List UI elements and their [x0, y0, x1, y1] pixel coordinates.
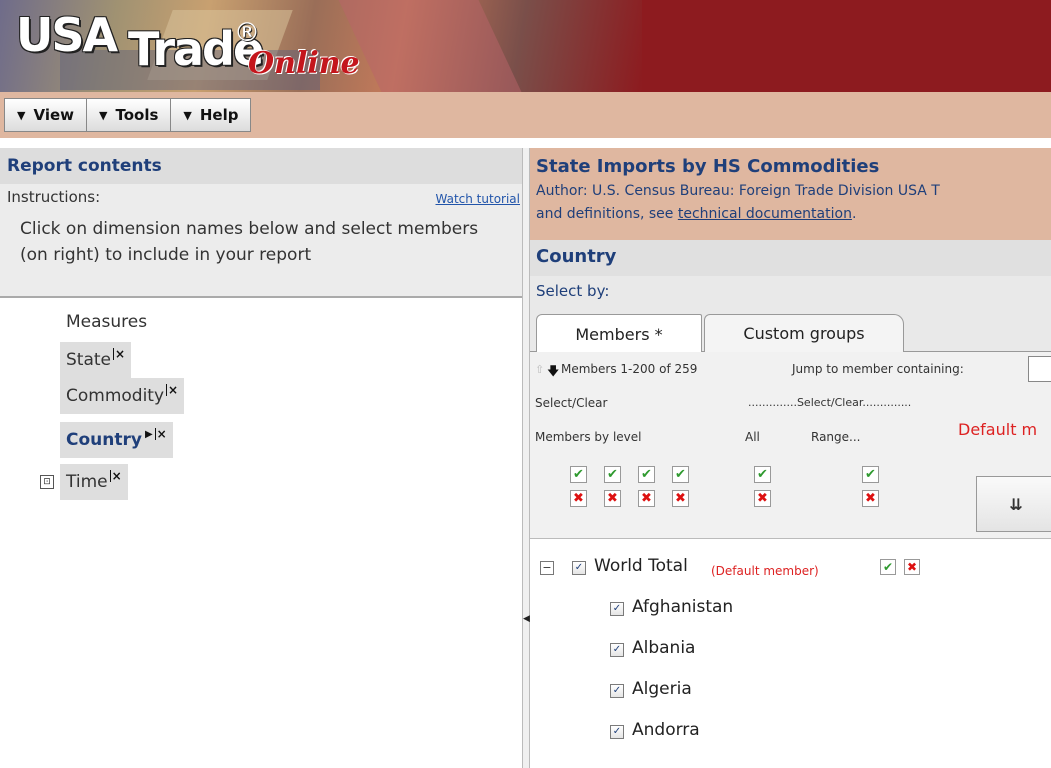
- menu-tools-label: Tools: [115, 106, 159, 124]
- select-level-4-icon[interactable]: ✔: [672, 466, 689, 483]
- logo-usa: USA: [16, 8, 118, 62]
- clear-range-icon[interactable]: ✖: [862, 490, 879, 507]
- definitions-suffix: .: [851, 206, 857, 222]
- arrow-right-icon: ▶: [144, 428, 153, 440]
- menu-help-button[interactable]: ▼ Help: [171, 99, 251, 131]
- triangle-down-icon: ▼: [183, 108, 192, 122]
- clear-level-4-icon[interactable]: ✖: [672, 490, 689, 507]
- panel-splitter[interactable]: ◀: [522, 148, 530, 768]
- country-label: Afghanistan: [632, 597, 734, 617]
- tab-custom-groups[interactable]: Custom groups: [704, 314, 904, 352]
- dimension-label: Measures: [66, 312, 148, 332]
- arrow-down-icon[interactable]: 🡇: [547, 362, 559, 383]
- dimension-measures[interactable]: Measures: [60, 304, 153, 340]
- report-header: State Imports by HS Commodities Author: …: [530, 148, 1051, 240]
- remove-dimension-icon[interactable]: ×: [113, 348, 125, 360]
- dimension-commodity[interactable]: Commodity ×: [60, 378, 185, 414]
- dimension-state[interactable]: State ×: [60, 342, 132, 378]
- report-title: State Imports by HS Commodities: [536, 156, 880, 177]
- country-checkbox[interactable]: ✓: [610, 684, 624, 698]
- clear-all-icon[interactable]: ✖: [754, 490, 771, 507]
- report-contents-title: Report contents: [0, 148, 522, 184]
- dimension-label: Commodity: [66, 386, 165, 406]
- section-title: Country: [530, 240, 1051, 276]
- select-range-icon[interactable]: ✔: [862, 466, 879, 483]
- menu-help-label: Help: [199, 106, 239, 124]
- report-author: Author: U.S. Census Bureau: Foreign Trad…: [536, 183, 940, 199]
- expand-icon[interactable]: ⊡: [40, 475, 54, 489]
- menu-bar: ▼ View ▼ Tools ▼ Help: [0, 92, 1051, 138]
- tabs: Custom groups Members *: [530, 308, 1051, 353]
- jump-label: Jump to member containing:: [792, 362, 964, 376]
- menu-view-button[interactable]: ▼ View: [5, 99, 87, 131]
- report-contents-panel: Report contents Instructions: Watch tuto…: [0, 148, 522, 768]
- dimension-time[interactable]: Time ×: [60, 464, 128, 500]
- remove-dimension-icon[interactable]: ×: [154, 428, 167, 440]
- members-toolbar: ⇧ 🡇 Members 1-200 of 259 Jump to member …: [530, 352, 1051, 538]
- clear-level-2-icon[interactable]: ✖: [604, 490, 621, 507]
- range-label: Range...: [811, 430, 861, 444]
- country-label: Algeria: [632, 679, 692, 699]
- tab-label: Custom groups: [743, 324, 865, 343]
- report-detail-panel: State Imports by HS Commodities Author: …: [530, 148, 1051, 768]
- menu-view-label: View: [33, 106, 74, 124]
- world-total-label: World Total: [594, 556, 688, 576]
- dimension-label: Country: [66, 430, 142, 450]
- dimension-label: State: [66, 350, 111, 370]
- collapse-arrow-icon[interactable]: ◀: [523, 614, 530, 624]
- report-definitions: and definitions, see technical documenta…: [536, 202, 1045, 226]
- dimension-country[interactable]: Country ▶ ×: [60, 422, 173, 458]
- dimension-label: Time: [66, 472, 108, 492]
- country-checkbox[interactable]: ✓: [610, 602, 624, 616]
- select-all-icon[interactable]: ✔: [754, 466, 771, 483]
- instructions-text: Click on dimension names below and selec…: [0, 214, 522, 296]
- remove-dimension-icon[interactable]: ×: [166, 384, 178, 396]
- definitions-prefix: and definitions, see: [536, 206, 678, 222]
- clear-level-1-icon[interactable]: ✖: [570, 490, 587, 507]
- country-checkbox[interactable]: ✓: [610, 643, 624, 657]
- select-by-label: Select by:: [530, 276, 1051, 308]
- logo-registered-mark: ®: [234, 18, 260, 48]
- select-clear-label: ..............Select/Clear..............: [748, 396, 912, 409]
- clear-member-icon[interactable]: ✖: [904, 559, 920, 575]
- all-label: All: [745, 430, 760, 444]
- watch-tutorial-link[interactable]: Watch tutorial: [436, 192, 521, 206]
- tab-members[interactable]: Members *: [536, 314, 702, 353]
- triangle-down-icon: ▼: [99, 108, 108, 122]
- select-level-2-icon[interactable]: ✔: [604, 466, 621, 483]
- members-by-level-label: Members by level: [535, 430, 642, 444]
- member-tree: − ✓ World Total (Default member) ✔ ✖ ✓ A…: [530, 538, 1051, 768]
- select-level-3-icon[interactable]: ✔: [638, 466, 655, 483]
- world-total-checkbox[interactable]: ✓: [572, 561, 586, 575]
- jump-input[interactable]: [1028, 356, 1051, 382]
- collapse-icon[interactable]: −: [540, 561, 554, 575]
- instructions-label: Instructions:: [7, 188, 101, 206]
- select-level-1-icon[interactable]: ✔: [570, 466, 587, 483]
- menu-tools-button[interactable]: ▼ Tools: [87, 99, 172, 131]
- default-member-tag: (Default member): [711, 564, 819, 578]
- default-member-label: Default m: [958, 420, 1038, 439]
- sort-button[interactable]: ⇊: [976, 476, 1051, 532]
- sort-icon: ⇊: [1009, 494, 1023, 514]
- arrow-up-icon[interactable]: ⇧: [535, 363, 544, 376]
- select-clear-label: Select/Clear: [535, 396, 608, 410]
- country-label: Andorra: [632, 720, 700, 740]
- select-member-icon[interactable]: ✔: [880, 559, 896, 575]
- menu-group: ▼ View ▼ Tools ▼ Help: [4, 98, 252, 132]
- remove-dimension-icon[interactable]: ×: [109, 470, 122, 482]
- clear-level-3-icon[interactable]: ✖: [638, 490, 655, 507]
- tab-label: Members *: [575, 324, 663, 344]
- triangle-down-icon: ▼: [17, 108, 26, 122]
- instructions-row: Instructions: Watch tutorial: [0, 184, 522, 214]
- country-label: Albania: [632, 638, 696, 658]
- members-range: Members 1-200 of 259: [561, 362, 698, 376]
- dimension-list: Measures State × Commodity × Country ▶ ×…: [0, 298, 522, 768]
- banner-artwork: USA Trade ® Online: [0, 0, 642, 92]
- logo-online: Online: [248, 46, 360, 81]
- country-checkbox[interactable]: ✓: [610, 725, 624, 739]
- technical-documentation-link[interactable]: technical documentation: [678, 206, 852, 222]
- header-banner: USA Trade ® Online: [0, 0, 1051, 92]
